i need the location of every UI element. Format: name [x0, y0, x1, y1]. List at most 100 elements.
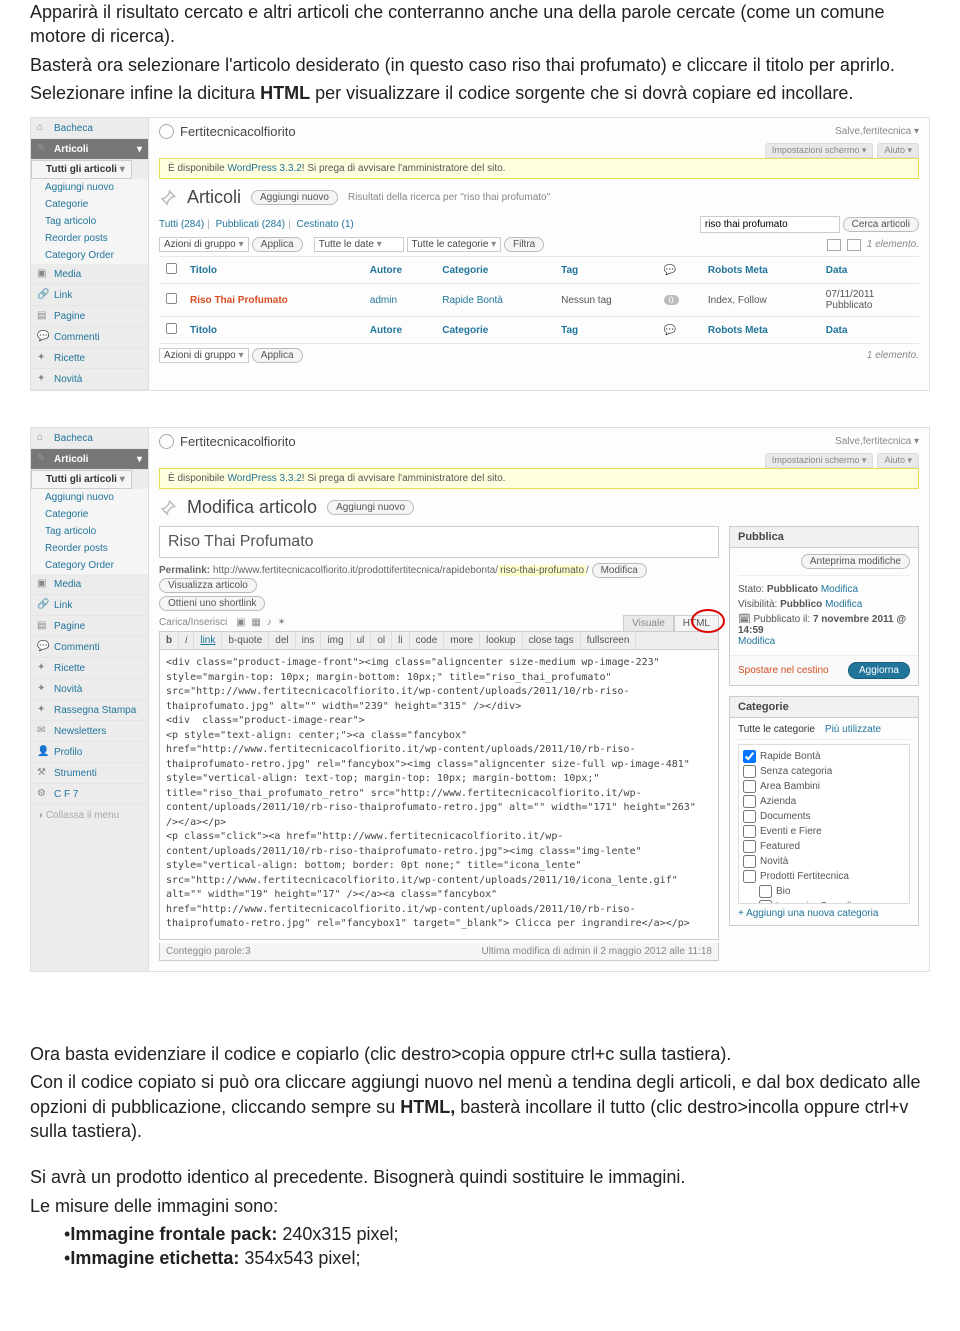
help-tab-2[interactable]: Aiuto ▾: [877, 453, 919, 468]
category-item[interactable]: Novità: [743, 854, 905, 869]
category-checkbox[interactable]: [743, 750, 756, 763]
category-item[interactable]: Azienda: [743, 794, 905, 809]
cat-tab-all[interactable]: Tutte le categorie: [738, 724, 815, 735]
tab-visual[interactable]: Visuale: [623, 615, 674, 631]
wp-greeting[interactable]: Salve,fertitecnica ▾: [835, 126, 919, 137]
sidebar-articoli-2[interactable]: ✎Articoli▾: [31, 449, 148, 470]
visibility-edit-link[interactable]: Modifica: [825, 599, 862, 610]
category-item[interactable]: Prodotti Fertitecnica: [743, 869, 905, 884]
sidebar-pagine-2[interactable]: ▤Pagine: [31, 616, 148, 637]
media-audio-icon[interactable]: ♪: [267, 617, 272, 628]
collapse-menu[interactable]: ◑ Collassa il menu: [31, 805, 148, 826]
cat-tab-popular[interactable]: Più utilizzate: [825, 724, 881, 735]
sidebar-novita-2[interactable]: ✦Novità: [31, 679, 148, 700]
category-item[interactable]: Rapide Bontà: [743, 749, 905, 764]
dates-select[interactable]: Tutte le date: [314, 237, 404, 252]
status-edit-link[interactable]: Modifica: [821, 584, 858, 595]
add-category-link[interactable]: + Aggiungi una nuova categoria: [738, 904, 910, 919]
filter-all[interactable]: Tutti (284): [159, 219, 204, 230]
tb-li[interactable]: li: [392, 632, 409, 649]
category-item[interactable]: Eventi e Fiere: [743, 824, 905, 839]
sidebar-commenti[interactable]: 💬Commenti: [31, 327, 148, 348]
sidebar-sub-catorder[interactable]: Category Order: [31, 247, 148, 264]
apply-button[interactable]: Applica: [252, 237, 303, 252]
tf-date[interactable]: Data: [820, 317, 919, 344]
tb-fullscreen[interactable]: fullscreen: [581, 632, 637, 649]
add-new-button[interactable]: Aggiungi nuovo: [251, 190, 338, 205]
category-checkbox[interactable]: [743, 855, 756, 868]
sidebar-sub-cat-2[interactable]: Categorie: [31, 506, 148, 523]
category-item[interactable]: Area Bambini: [743, 779, 905, 794]
sidebar-novita[interactable]: ✦Novità: [31, 369, 148, 390]
category-checkbox[interactable]: [759, 885, 772, 898]
shortlink-button[interactable]: Ottieni uno shortlink: [159, 596, 265, 611]
tb-img[interactable]: img: [321, 632, 350, 649]
sidebar-profilo[interactable]: 👤Profilo: [31, 742, 148, 763]
row-comments-badge[interactable]: 0: [664, 295, 679, 305]
add-new-button-2[interactable]: Aggiungi nuovo: [327, 500, 414, 515]
category-checkbox[interactable]: [743, 780, 756, 793]
view-article-button[interactable]: Visualizza articolo: [159, 578, 257, 593]
bulk-actions-select-foot[interactable]: Azioni di gruppo: [159, 348, 249, 363]
screen-options-tab-2[interactable]: Impostazioni schermo ▾: [765, 453, 874, 468]
sidebar-link-2[interactable]: 🔗Link: [31, 595, 148, 616]
media-other-icon[interactable]: ✶: [277, 617, 285, 628]
category-checkbox[interactable]: [743, 795, 756, 808]
media-image-icon[interactable]: ▣: [236, 617, 245, 628]
category-checkbox[interactable]: [743, 840, 756, 853]
tb-bold[interactable]: b: [160, 632, 179, 649]
category-checkbox[interactable]: [743, 825, 756, 838]
tb-del[interactable]: del: [269, 632, 295, 649]
apply-button-foot[interactable]: Applica: [252, 348, 303, 363]
tb-link[interactable]: link: [194, 632, 222, 649]
th-author[interactable]: Autore: [364, 257, 436, 284]
row-cat-link[interactable]: Rapide Bontà: [442, 295, 503, 306]
tb-more[interactable]: more: [444, 632, 480, 649]
tb-italic[interactable]: i: [179, 632, 194, 649]
sidebar-bacheca[interactable]: ⌂Bacheca: [31, 118, 148, 139]
html-editor-textarea[interactable]: [159, 650, 719, 940]
sidebar-strumenti[interactable]: ⚒Strumenti: [31, 763, 148, 784]
permalink-edit-button[interactable]: Modifica: [592, 563, 647, 578]
update-button[interactable]: Aggiorna: [848, 662, 910, 679]
th-date[interactable]: Data: [820, 257, 919, 284]
sidebar-sub-all-2[interactable]: Tutti gli articoli: [31, 470, 132, 489]
notice-link[interactable]: WordPress 3.3.2: [227, 473, 301, 484]
filter-trash[interactable]: Cestinato (1): [296, 219, 353, 230]
category-list[interactable]: Rapide BontàSenza categoriaArea BambiniA…: [738, 744, 910, 904]
preview-changes-button[interactable]: Anteprima modifiche: [801, 554, 910, 569]
category-checkbox[interactable]: [743, 810, 756, 823]
th-robots[interactable]: Robots Meta: [702, 257, 820, 284]
pubon-edit-link[interactable]: Modifica: [738, 636, 775, 647]
row-checkbox[interactable]: [166, 293, 177, 304]
sidebar-sub-catorder-2[interactable]: Category Order: [31, 557, 148, 574]
tf-cat[interactable]: Categorie: [436, 317, 555, 344]
sidebar-sub-new-2[interactable]: Aggiungi nuovo: [31, 489, 148, 506]
bulk-actions-select[interactable]: Azioni di gruppo: [159, 237, 249, 252]
category-item[interactable]: Documents: [743, 809, 905, 824]
sidebar-ricette[interactable]: ✦Ricette: [31, 348, 148, 369]
category-item[interactable]: Featured: [743, 839, 905, 854]
sidebar-newsletters[interactable]: ✉Newsletters: [31, 721, 148, 742]
tf-comments[interactable]: 💬: [658, 317, 702, 344]
sidebar-media[interactable]: ▣Media: [31, 264, 148, 285]
sidebar-media-2[interactable]: ▣Media: [31, 574, 148, 595]
tb-ul[interactable]: ul: [351, 632, 372, 649]
th-comments[interactable]: 💬: [658, 257, 702, 284]
category-item[interactable]: Bio: [743, 884, 905, 899]
filter-pub[interactable]: Pubblicati (284): [216, 219, 285, 230]
notice-link[interactable]: WordPress 3.3.2: [227, 163, 301, 174]
wp-greeting-2[interactable]: Salve,fertitecnica ▾: [835, 436, 919, 447]
sidebar-articoli[interactable]: ✎Articoli▾: [31, 139, 148, 160]
sidebar-link[interactable]: 🔗Link: [31, 285, 148, 306]
view-list-icon[interactable]: [827, 239, 841, 251]
post-title-input[interactable]: [159, 526, 719, 558]
row-title-link[interactable]: Riso Thai Profumato: [190, 295, 288, 306]
sidebar-sub-cat[interactable]: Categorie: [31, 196, 148, 213]
sidebar-rassegna[interactable]: ✦Rassegna Stampa: [31, 700, 148, 721]
search-button[interactable]: Cerca articoli: [843, 217, 919, 232]
tb-lookup[interactable]: lookup: [480, 632, 522, 649]
sidebar-sub-new[interactable]: Aggiungi nuovo: [31, 179, 148, 196]
row-author-link[interactable]: admin: [370, 295, 397, 306]
tb-ol[interactable]: ol: [371, 632, 392, 649]
